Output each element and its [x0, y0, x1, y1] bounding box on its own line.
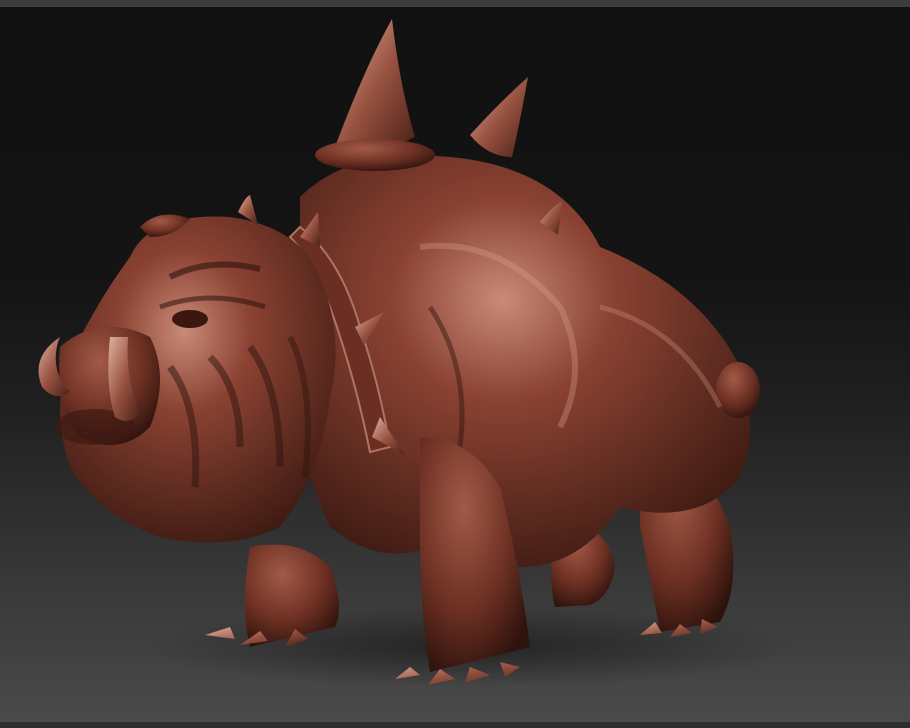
3d-viewport[interactable]: [0, 7, 910, 722]
head: [55, 214, 336, 543]
spike-top: [335, 19, 415, 151]
top-toolbar-edge: [0, 0, 910, 7]
bulldog-sculpt-icon[interactable]: [0, 7, 910, 722]
spike-back: [470, 77, 528, 157]
bottom-statusbar-edge: [0, 722, 910, 728]
sculpt-app-window: [0, 0, 910, 728]
tail-nub: [716, 362, 760, 418]
spike-top-base: [315, 139, 435, 171]
